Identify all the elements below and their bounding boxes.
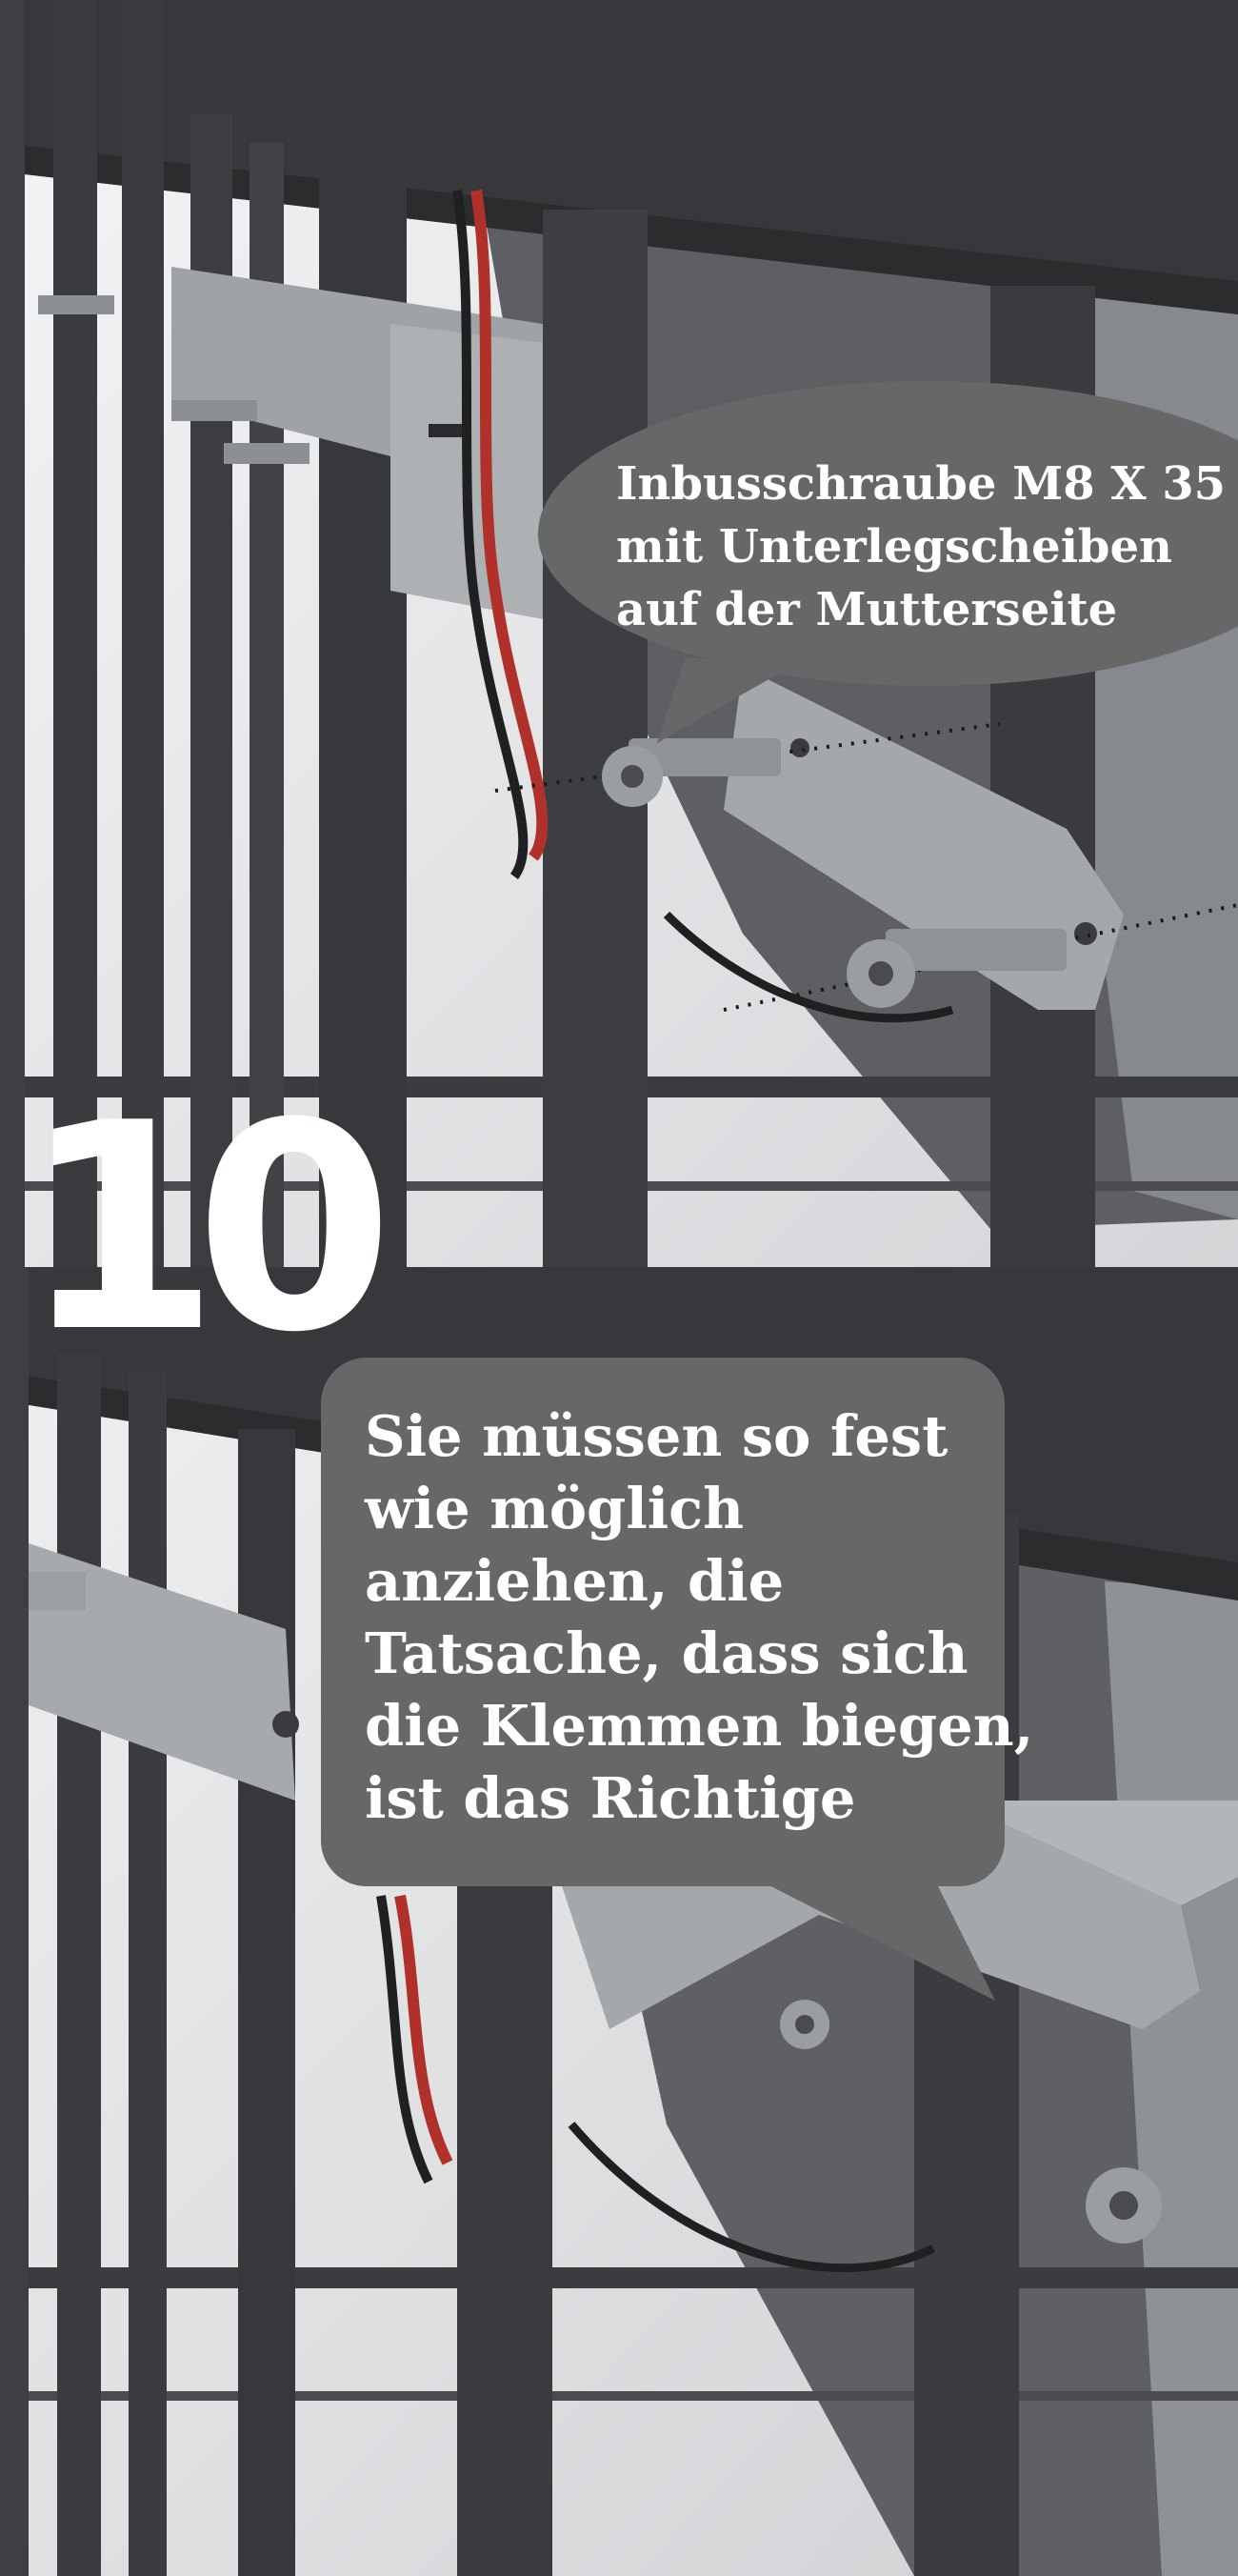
bubble-bottom-line: die Klemmen biegen, [365, 1693, 1034, 1759]
hex-socket-bolt-icon [780, 2000, 829, 2049]
bubble-top-line: auf der Mutterseite [616, 583, 1118, 636]
hex-socket-bolt-icon [1086, 2167, 1162, 2244]
frame-bar [238, 1429, 295, 2576]
bubble-bottom-line: Tatsache, dass sich [365, 1620, 968, 1686]
frame-bar [543, 210, 648, 1267]
bubble-bottom-line: Sie müssen so fest [365, 1403, 948, 1469]
bubble-bottom-text: Sie müssen so fest wie möglich anziehen,… [365, 1400, 1034, 1835]
bubble-bottom-line: wie möglich [365, 1476, 744, 1541]
bubble-bottom-line: ist das Richtige [365, 1765, 856, 1831]
step-number: 10 [21, 1062, 394, 1395]
bubble-bottom-line: anziehen, die [365, 1548, 785, 1614]
bubble-top-line: Inbusschraube M8 X 35 [616, 457, 1227, 511]
bubble-top-text: Inbusschraube M8 X 35 mit Unterlegscheib… [616, 453, 1226, 641]
bubble-top-line: mit Unterlegscheiben [616, 520, 1172, 574]
